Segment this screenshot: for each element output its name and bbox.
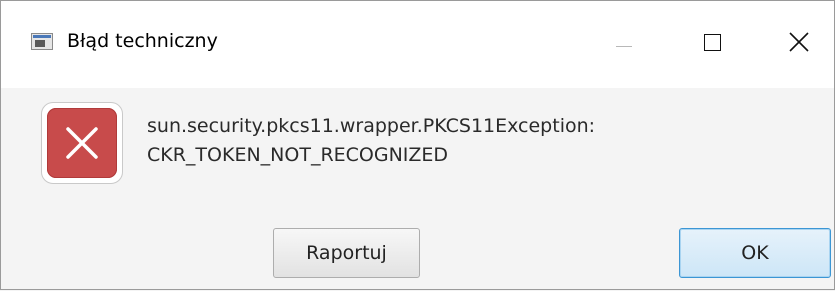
error-message: sun.security.pkcs11.wrapper.PKCS11Except… (147, 112, 595, 170)
error-dialog-window: Błąd techniczny sun.security.pkcs11.wrap (0, 0, 835, 290)
minimize-button[interactable] (595, 1, 651, 89)
report-button[interactable]: Raportuj (273, 228, 420, 278)
ok-button[interactable]: OK (679, 228, 831, 278)
maximize-icon (704, 34, 721, 51)
error-message-line-1: sun.security.pkcs11.wrapper.PKCS11Except… (147, 115, 596, 137)
title-bar[interactable]: Błąd techniczny (1, 0, 834, 88)
window-title: Błąd techniczny (67, 30, 218, 52)
minimize-icon (616, 46, 632, 47)
error-message-line-2: CKR_TOKEN_NOT_RECOGNIZED (147, 144, 449, 166)
app-window-icon (31, 33, 53, 50)
error-icon (41, 102, 123, 184)
close-icon (789, 32, 809, 52)
close-button[interactable] (771, 1, 827, 89)
dialog-content: sun.security.pkcs11.wrapper.PKCS11Except… (1, 88, 834, 289)
maximize-button[interactable] (686, 1, 742, 89)
